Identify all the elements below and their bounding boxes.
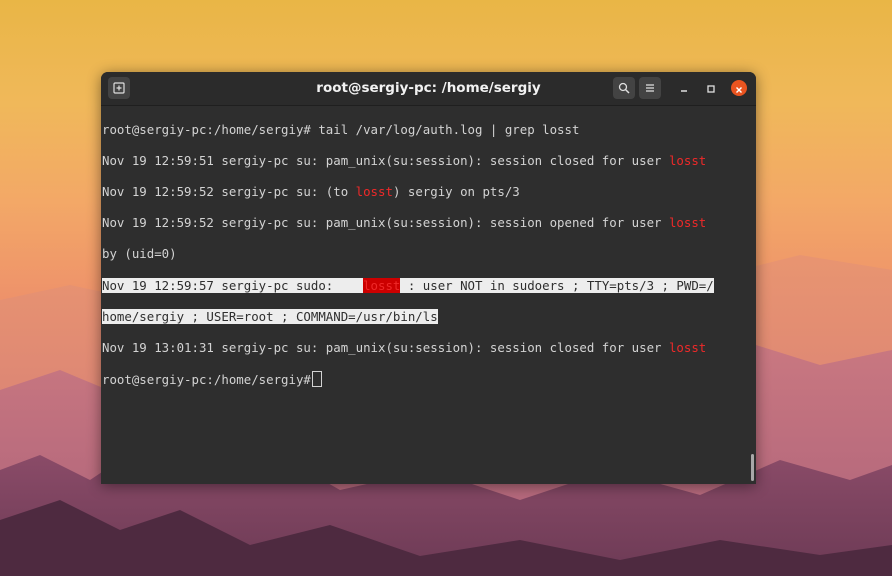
log-text: Nov 19 12:59:57 sergiy-pc sudo: (102, 277, 364, 293)
terminal-line-selected: home/sergiy ; USER=root ; COMMAND=/usr/b… (102, 308, 750, 325)
terminal-window: root@sergiy-pc: /home/sergiy root@sergiy… (101, 72, 756, 484)
command-text: tail /var/log/auth.log | grep losst (310, 121, 580, 137)
close-button[interactable] (731, 80, 747, 96)
terminal-line: Nov 19 13:01:31 sergiy-pc su: pam_unix(s… (102, 340, 750, 356)
minimize-button[interactable] (673, 77, 695, 99)
terminal-line: Nov 19 12:59:52 sergiy-pc su: (to losst)… (102, 184, 750, 200)
prompt: root@sergiy-pc:/home/sergiy# (102, 372, 311, 388)
terminal-line: Nov 19 12:59:51 sergiy-pc su: pam_unix(s… (102, 153, 750, 169)
log-text: by (uid=0) (102, 246, 177, 262)
log-text: ) sergiy on pts/3 (392, 183, 520, 199)
terminal-line: by (uid=0) (102, 246, 750, 262)
match-highlight: losst (363, 277, 401, 293)
terminal-line-prompt: root@sergiy-pc:/home/sergiy# (102, 371, 750, 388)
terminal-line-command: root@sergiy-pc:/home/sergiy# tail /var/l… (102, 122, 750, 138)
close-icon (735, 79, 743, 98)
minimize-icon (679, 79, 689, 98)
log-text: Nov 19 13:01:31 sergiy-pc su: pam_unix(s… (102, 339, 669, 355)
terminal-line-selected: Nov 19 12:59:57 sergiy-pc sudo: losst : … (102, 277, 750, 294)
search-button[interactable] (613, 77, 635, 99)
match-highlight: losst (668, 152, 707, 168)
terminal-output[interactable]: root@sergiy-pc:/home/sergiy# tail /var/l… (101, 106, 750, 484)
log-text: Nov 19 12:59:52 sergiy-pc su: (to (102, 183, 356, 199)
log-text: Nov 19 12:59:51 sergiy-pc su: pam_unix(s… (102, 152, 669, 168)
scrollbar-thumb[interactable] (751, 454, 754, 481)
new-tab-button[interactable] (108, 77, 130, 99)
selected-text: Nov 19 12:59:57 sergiy-pc sudo: losst : … (102, 277, 714, 293)
maximize-icon (706, 79, 716, 98)
menu-button[interactable] (639, 77, 661, 99)
search-icon (618, 79, 630, 98)
selected-text: home/sergiy ; USER=root ; COMMAND=/usr/b… (102, 308, 438, 324)
maximize-button[interactable] (700, 77, 722, 99)
match-highlight: losst (668, 215, 707, 231)
match-highlight: losst (355, 183, 393, 199)
prompt: root@sergiy-pc:/home/sergiy# (102, 121, 311, 137)
log-text: Nov 19 12:59:52 sergiy-pc su: pam_unix(s… (102, 215, 669, 231)
new-tab-icon (113, 79, 125, 98)
window-titlebar[interactable]: root@sergiy-pc: /home/sergiy (101, 72, 756, 106)
match-highlight: losst (668, 339, 707, 355)
text-cursor (311, 371, 322, 388)
log-text: : user NOT in sudoers ; TTY=pts/3 ; PWD=… (400, 277, 714, 293)
hamburger-menu-icon (644, 79, 656, 98)
terminal-line: Nov 19 12:59:52 sergiy-pc su: pam_unix(s… (102, 215, 750, 231)
log-text: home/sergiy ; USER=root ; COMMAND=/usr/b… (102, 308, 438, 324)
